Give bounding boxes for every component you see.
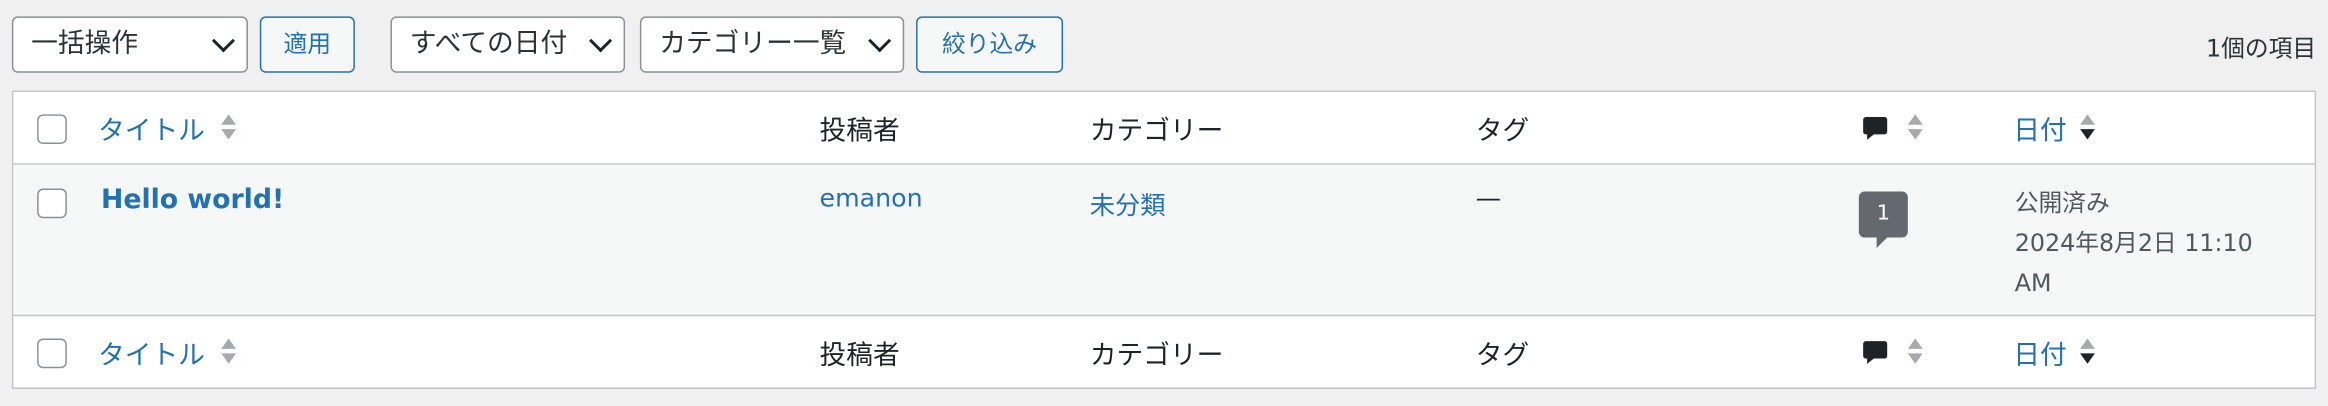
select-all-checkbox[interactable]	[37, 114, 67, 145]
table-footer-row: タイトル 投稿者 カテゴリー タグ 日付	[13, 316, 2314, 389]
column-date-label: 日付	[2013, 339, 2067, 372]
bulk-action-select[interactable]: 一括操作	[11, 16, 248, 73]
column-category-header: カテゴリー	[1089, 339, 1224, 372]
sort-arrows-icon[interactable]	[221, 113, 237, 143]
date-filter-select-label: すべての日付	[409, 28, 568, 60]
filter-button[interactable]: 絞り込み	[916, 16, 1064, 73]
chevron-down-icon	[868, 29, 892, 53]
sort-arrows-icon[interactable]	[1907, 113, 1923, 143]
column-date-label: 日付	[2013, 115, 2067, 147]
column-date-header[interactable]: 日付	[2013, 334, 2066, 373]
post-date-cell: 公開済み 2024年8月2日 11:10 AM	[2015, 183, 2253, 303]
post-title-link[interactable]: Hello world!	[101, 184, 284, 215]
post-date: 2024年8月2日 11:10	[2014, 228, 2253, 257]
chevron-down-icon	[589, 29, 613, 53]
item-count: 1個の項目	[2205, 34, 2317, 63]
tablenav-top: 一括操作 適用 すべての日付 カテゴリー一覧 絞り込み 1個の項目	[0, 0, 2328, 89]
column-title-header[interactable]: タイトル	[98, 110, 205, 149]
posts-table: タイトル 投稿者 カテゴリー タグ 日付 Hello world! emanon…	[11, 90, 2317, 389]
column-category-header: カテゴリー	[1089, 115, 1224, 147]
category-filter-select[interactable]: カテゴリー一覧	[639, 16, 905, 73]
column-tags-header: タグ	[1475, 339, 1530, 372]
column-author-header: 投稿者	[819, 115, 900, 147]
comment-icon[interactable]	[1862, 339, 1889, 366]
row-checkbox[interactable]	[37, 188, 67, 219]
chevron-down-icon	[211, 29, 235, 53]
column-tags-header: タグ	[1475, 115, 1530, 147]
sort-arrows-icon[interactable]	[2080, 113, 2095, 143]
sort-arrows-icon[interactable]	[2080, 337, 2095, 367]
post-status: 公開済み	[2014, 188, 2110, 217]
table-header-row: タイトル 投稿者 カテゴリー タグ 日付	[13, 92, 2315, 165]
column-date-header[interactable]: 日付	[2013, 110, 2066, 149]
column-title-header[interactable]: タイトル	[98, 334, 205, 373]
sort-arrows-icon[interactable]	[221, 337, 237, 367]
column-title-label: タイトル	[97, 339, 205, 372]
post-tags: —	[1475, 184, 1502, 214]
comment-count-badge[interactable]: 1	[1858, 191, 1908, 248]
sort-arrows-icon[interactable]	[1907, 337, 1923, 367]
select-all-checkbox[interactable]	[37, 338, 67, 369]
column-title-label: タイトル	[97, 115, 205, 147]
post-author-link[interactable]: emanon	[820, 184, 923, 214]
column-author-header: 投稿者	[819, 339, 900, 372]
post-time-suffix: AM	[2014, 268, 2052, 297]
comment-icon[interactable]	[1862, 114, 1889, 141]
apply-button[interactable]: 適用	[259, 16, 355, 73]
bulk-action-select-label: 一括操作	[31, 28, 139, 60]
post-category-link[interactable]: 未分類	[1090, 184, 1166, 222]
category-filter-select-label: カテゴリー一覧	[659, 28, 847, 60]
table-row: Hello world! emanon 未分類 — 1 公開済み 2024年8月…	[13, 164, 2315, 317]
date-filter-select[interactable]: すべての日付	[390, 16, 626, 73]
